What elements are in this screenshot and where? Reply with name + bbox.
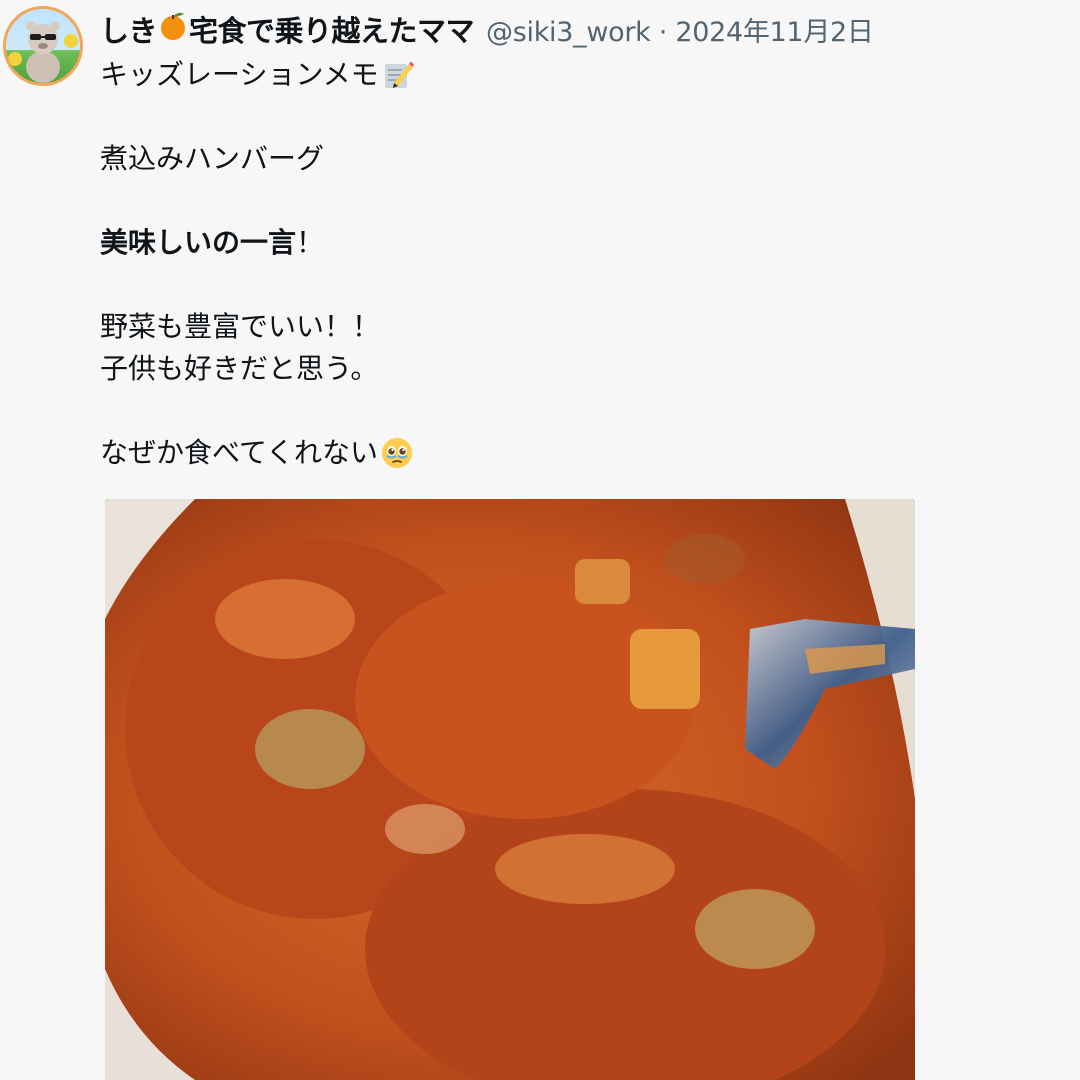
text-line-4: 野菜も豊富でいい！！: [100, 306, 415, 348]
teary-face-emoji-icon: [380, 436, 414, 470]
tweet-text: キッズレーションメモ 煮込みハンバーグ 美味しいの一言！ 野菜も豊富でいい！！ …: [100, 54, 415, 474]
tweet-header: しき 宅食で乗り越えたママ @siki3_work · 2024年11月2日: [100, 8, 874, 50]
text-line-6-content: なぜか食べてくれない: [100, 436, 379, 469]
orange-emoji-icon: [158, 11, 188, 41]
text-line-5: 子供も好きだと思う。: [100, 348, 415, 390]
tweet: しき 宅食で乗り越えたママ @siki3_work · 2024年11月2日 キ…: [0, 0, 1080, 1080]
text-line-1: キッズレーションメモ: [100, 54, 415, 96]
author-handle[interactable]: @siki3_work: [486, 17, 651, 48]
text-line-2: 煮込みハンバーグ: [100, 138, 415, 180]
text-line-3-bold: 美味しいの一言: [100, 226, 297, 259]
text-line-2-content: 煮込みハンバーグ: [100, 142, 325, 175]
text-line-5-content: 子供も好きだと思う。: [100, 352, 379, 385]
bear-avatar-icon[interactable]: [3, 6, 83, 86]
author-meta: @siki3_work · 2024年11月2日: [486, 10, 874, 49]
post-date[interactable]: 2024年11月2日: [675, 17, 874, 48]
text-line-4-content: 野菜も豊富でいい！！: [100, 310, 381, 343]
text-line-3-rest: ！: [296, 226, 325, 259]
author-name[interactable]: しき 宅食で乗り越えたママ: [100, 8, 475, 50]
text-line-1-content: キッズレーションメモ: [100, 58, 379, 91]
author-name-part2: 宅食で乗り越えたママ: [189, 14, 475, 48]
text-line-3: 美味しいの一言！: [100, 222, 415, 264]
stewed-hamburg-steak-photo-icon[interactable]: [105, 499, 915, 1080]
text-line-6: なぜか食べてくれない: [100, 432, 415, 474]
meta-separator: ·: [658, 16, 668, 48]
author-name-part1: しき: [100, 14, 158, 48]
memo-emoji-icon: [381, 58, 415, 92]
